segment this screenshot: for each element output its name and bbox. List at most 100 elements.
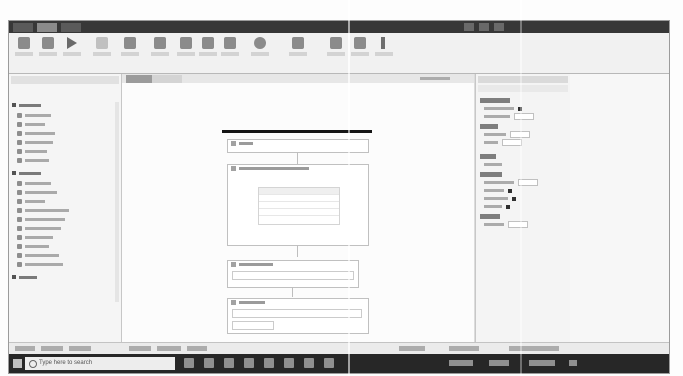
property-row[interactable] — [484, 139, 522, 146]
list-item[interactable] — [17, 130, 55, 136]
ribbon-tab-file[interactable] — [13, 23, 33, 32]
output-tab[interactable] — [449, 346, 479, 351]
message-text-field[interactable] — [232, 271, 354, 280]
property-row[interactable] — [484, 188, 512, 193]
tray-icons[interactable] — [449, 360, 473, 366]
export-label — [327, 52, 345, 56]
list-item[interactable] — [17, 189, 57, 195]
properties-section-output[interactable] — [480, 214, 500, 219]
data-scraping-button[interactable] — [175, 37, 197, 67]
list-item[interactable] — [17, 139, 53, 145]
maximize-button[interactable] — [479, 23, 489, 31]
save-button[interactable] — [37, 37, 59, 67]
tree-group-extra[interactable] — [12, 274, 37, 280]
property-row[interactable] — [484, 179, 538, 186]
property-value-field[interactable] — [514, 113, 534, 120]
run-label — [63, 52, 81, 56]
list-item[interactable] — [17, 112, 51, 118]
property-row[interactable] — [484, 131, 530, 138]
side-dock-area — [570, 74, 669, 342]
list-item[interactable] — [17, 198, 45, 204]
mail-icon[interactable] — [264, 358, 274, 368]
activity-icon — [17, 225, 22, 231]
edge-icon[interactable] — [204, 358, 214, 368]
ribbon-tab-design[interactable] — [61, 23, 81, 32]
activities-search[interactable] — [11, 86, 119, 94]
tree-group-recent[interactable] — [12, 102, 41, 108]
list-item[interactable] — [17, 225, 61, 231]
list-item[interactable] — [17, 157, 49, 163]
tab-secondary[interactable] — [152, 75, 182, 83]
expand-collapse-controls[interactable] — [420, 77, 450, 80]
debug-button[interactable] — [91, 37, 113, 67]
tab-main[interactable] — [126, 75, 154, 83]
list-item[interactable] — [17, 216, 65, 222]
list-item[interactable] — [17, 234, 53, 240]
checkbox[interactable] — [508, 188, 512, 193]
checkbox[interactable] — [512, 196, 516, 201]
tab-variables[interactable] — [129, 346, 151, 351]
ribbon-toolbar — [9, 33, 669, 74]
list-item[interactable] — [17, 252, 59, 258]
play-icon — [67, 37, 77, 49]
property-value-field[interactable] — [508, 221, 528, 228]
analyze-button[interactable] — [349, 37, 371, 67]
minimize-button[interactable] — [464, 23, 474, 31]
file-explorer-icon[interactable] — [224, 358, 234, 368]
list-item[interactable] — [17, 180, 51, 186]
tree-group-available[interactable] — [12, 170, 41, 176]
user-events-button[interactable] — [197, 37, 219, 67]
task-view-icon[interactable] — [184, 358, 194, 368]
remove-unused-button[interactable] — [287, 37, 309, 67]
windows-start-icon[interactable] — [13, 359, 22, 368]
run-button[interactable] — [61, 37, 83, 67]
export-button[interactable] — [325, 37, 347, 67]
zoom-controls[interactable] — [399, 346, 425, 351]
search-icon — [29, 360, 37, 368]
write-range-sheet-field[interactable] — [232, 321, 274, 330]
tab-snippets[interactable] — [69, 346, 91, 351]
screen-scraping-button[interactable] — [149, 37, 171, 67]
taskbar-search-input[interactable]: Type here to search — [25, 357, 175, 370]
explorer-icon — [224, 37, 236, 49]
activity-message-box[interactable] — [227, 260, 359, 288]
ui-explorer-button[interactable] — [219, 37, 241, 67]
list-item[interactable] — [17, 121, 45, 127]
tab-arguments[interactable] — [157, 346, 181, 351]
tab-activities[interactable] — [41, 346, 63, 351]
title-bar — [9, 21, 669, 33]
properties-section-input[interactable] — [480, 124, 498, 129]
tab-project[interactable] — [15, 346, 35, 351]
checkbox[interactable] — [506, 204, 510, 209]
property-value-field[interactable] — [502, 139, 522, 146]
list-item[interactable] — [17, 148, 47, 154]
property-row[interactable] — [484, 204, 510, 209]
network-volume-icons[interactable] — [489, 360, 509, 366]
notifications-icon[interactable] — [569, 360, 577, 366]
list-item[interactable] — [17, 261, 63, 267]
recording-button[interactable] — [119, 37, 141, 67]
excel-icon[interactable] — [324, 358, 334, 368]
table-icon — [231, 166, 236, 171]
property-row[interactable] — [484, 113, 534, 120]
property-row[interactable] — [484, 196, 516, 201]
properties-section-common[interactable] — [480, 98, 510, 103]
export-icon — [330, 37, 342, 49]
publish-button[interactable] — [373, 37, 395, 67]
store-icon[interactable] — [244, 358, 254, 368]
manage-packages-button[interactable] — [249, 37, 271, 67]
tab-imports[interactable] — [187, 346, 207, 351]
write-range-path-field[interactable] — [232, 309, 362, 318]
properties-section-misc[interactable] — [480, 154, 496, 159]
ribbon-tab-home[interactable] — [37, 23, 57, 32]
property-row[interactable] — [484, 106, 522, 111]
list-item[interactable] — [17, 207, 69, 213]
studio-app-icon[interactable] — [284, 358, 294, 368]
properties-section-options[interactable] — [480, 172, 502, 177]
list-item[interactable] — [17, 243, 49, 249]
property-row[interactable] — [484, 162, 502, 167]
chrome-icon[interactable] — [304, 358, 314, 368]
new-button[interactable] — [13, 37, 35, 67]
activities-scrollbar[interactable] — [115, 102, 119, 302]
close-button[interactable] — [494, 23, 504, 31]
